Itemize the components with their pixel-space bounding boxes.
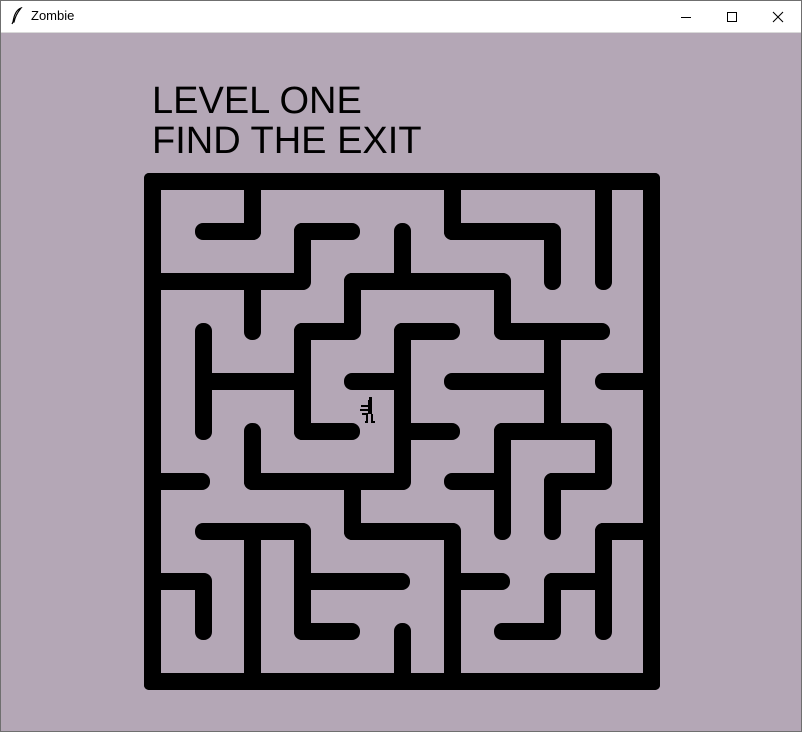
maze-wall (494, 423, 511, 540)
maze-wall (444, 523, 461, 690)
maze-wall (444, 173, 461, 240)
maze-wall (244, 523, 261, 690)
close-button[interactable] (755, 1, 801, 32)
maze-wall (344, 273, 510, 290)
maze-wall (344, 273, 361, 340)
feather-icon (11, 7, 23, 25)
maze-wall (494, 273, 511, 340)
stick-figure-player[interactable] (360, 397, 375, 423)
maze-wall (394, 623, 411, 690)
maze-wall (294, 573, 410, 590)
maze-wall (144, 173, 660, 190)
maze-wall (344, 523, 460, 540)
maze-wall (294, 323, 311, 440)
window-title: Zombie (31, 8, 75, 23)
maze-wall (244, 273, 261, 340)
app-window: Zombie LEVEL ONE FIND THE EXIT (0, 0, 802, 732)
maze-wall (195, 323, 212, 440)
maze-wall (595, 423, 612, 490)
maze-wall (294, 523, 311, 640)
maze-wall (244, 173, 261, 240)
maze-wall (144, 173, 161, 690)
maze-wall (344, 473, 361, 540)
maze-wall (595, 173, 612, 290)
maze-wall (444, 223, 560, 240)
maze-wall (544, 223, 561, 290)
title-bar[interactable]: Zombie (1, 1, 801, 33)
game-canvas[interactable]: LEVEL ONE FIND THE EXIT (2, 33, 801, 731)
maze-wall (144, 473, 210, 490)
maze-wall (195, 373, 310, 390)
maze-wall (294, 223, 311, 290)
minimize-icon (681, 16, 691, 18)
maze-wall (144, 273, 310, 290)
minimize-button[interactable] (663, 1, 709, 32)
maze-wall (195, 573, 212, 640)
maze-wall (444, 373, 560, 390)
maze-wall (544, 323, 561, 440)
maze-wall (544, 473, 561, 540)
maze-wall (595, 373, 660, 390)
maze-wall (595, 523, 612, 640)
maximize-icon (727, 11, 737, 22)
close-icon (772, 11, 784, 22)
maze-wall (394, 323, 411, 490)
maze-wall (244, 423, 261, 490)
maze-wall (244, 473, 410, 490)
maximize-button[interactable] (709, 1, 755, 32)
maze-wall (544, 573, 561, 640)
maze-wall (394, 223, 411, 290)
maze (144, 173, 660, 690)
maze-wall (643, 173, 660, 690)
